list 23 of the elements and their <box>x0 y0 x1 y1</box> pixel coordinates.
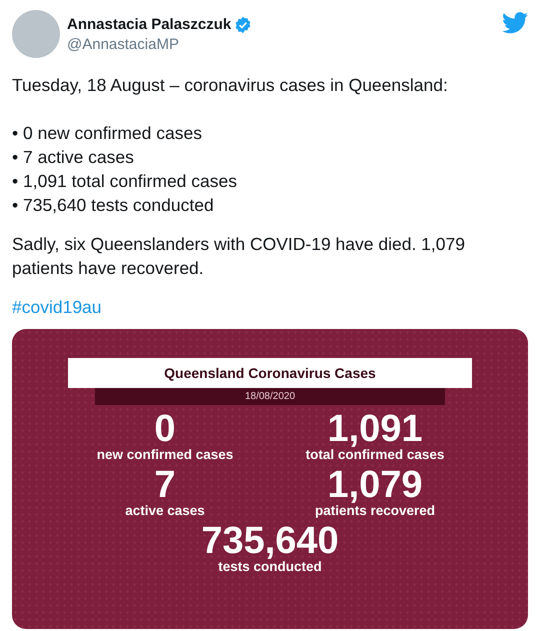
stat-label: active cases <box>125 503 205 518</box>
bullet-line: • 1,091 total confirmed cases <box>12 170 237 193</box>
bullet-line: • 7 active cases <box>12 146 134 169</box>
bullet-line: • 735,640 tests conducted <box>12 194 214 217</box>
stat-value: 735,640 <box>201 523 339 559</box>
bird-logo-icon[interactable] <box>502 12 528 34</box>
author-name[interactable]: Annastacia Palaszczuk <box>67 16 232 33</box>
stat-value: 0 <box>154 411 176 447</box>
hashtag-link[interactable]: #covid19au <box>12 297 102 317</box>
stat-label: tests conducted <box>218 559 322 574</box>
stat-label: total confirmed cases <box>306 447 444 462</box>
stat-value: 1,091 <box>327 411 423 447</box>
avatar-circle[interactable] <box>12 10 60 58</box>
bullet-line: • 0 new confirmed cases <box>12 122 202 145</box>
stat-label: new confirmed cases <box>96 447 234 462</box>
author-handle[interactable]: @AnnastaciaMP <box>67 36 495 52</box>
stat-value: 1,079 <box>327 467 423 503</box>
infographic-title: Queensland Coronavirus Cases <box>68 358 472 388</box>
tweet-paragraph: Sadly, six Queenslanders with COVID-19 have died. 1,079 patients have recovered. <box>12 233 466 280</box>
stat-value: 7 <box>154 467 176 503</box>
tweet-text: Tuesday, 18 August – coronavirus cases in Queensland: <box>12 74 449 97</box>
infographic-date: 18/08/2020 <box>95 388 445 405</box>
stat-label: patients recovered <box>314 503 436 518</box>
